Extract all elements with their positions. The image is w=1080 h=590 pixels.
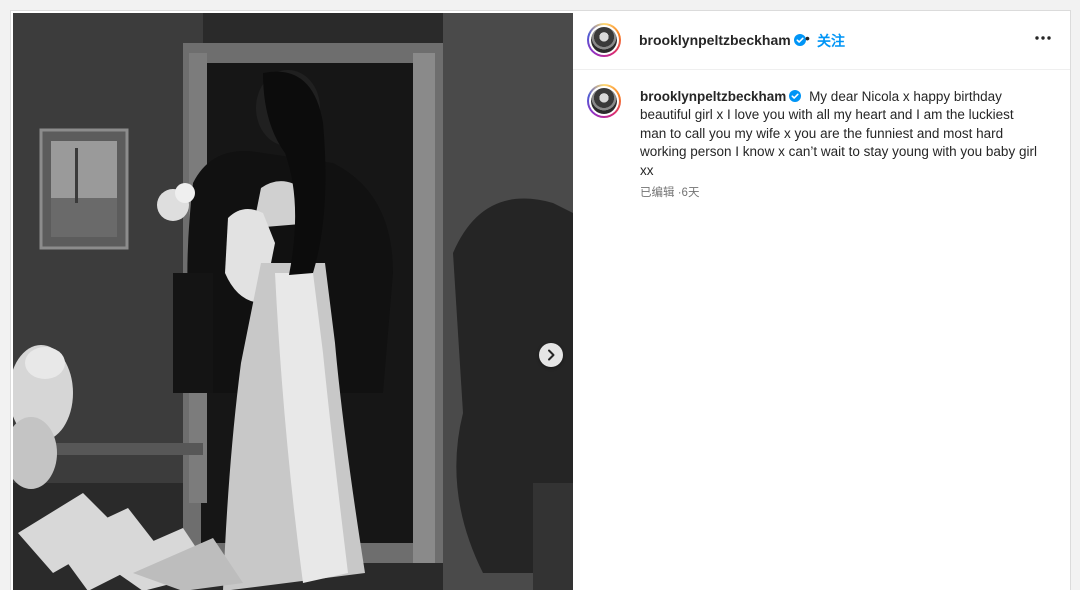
post-time[interactable]: 6天 [682, 187, 700, 199]
post-card: brooklynpeltzbeckham • 关注 brooklynpeltzb… [10, 10, 1071, 590]
next-photo-button[interactable] [539, 343, 563, 367]
post-meta: 已编辑 ·6天 [640, 184, 699, 200]
avatar-image [591, 27, 617, 53]
username: brooklynpeltzbeckham [639, 32, 791, 48]
caption-text: brooklynpeltzbeckham My dear Nicola x ha… [640, 88, 1040, 180]
caption-username: brooklynpeltzbeckham [640, 89, 787, 104]
chevron-right-icon [548, 349, 555, 361]
verified-badge-icon [789, 90, 802, 102]
post-header: brooklynpeltzbeckham • 关注 [573, 11, 1070, 70]
edited-label: 已编辑 [640, 187, 675, 199]
avatar[interactable] [587, 23, 621, 57]
post-photo[interactable] [13, 13, 573, 590]
verified-badge-icon [793, 34, 806, 46]
avatar-image [591, 88, 617, 114]
header-separator: • [805, 30, 810, 46]
post-sidebar: brooklynpeltzbeckham • 关注 brooklynpeltzb… [573, 11, 1070, 590]
photo-image [13, 13, 573, 590]
caption-username-link[interactable]: brooklynpeltzbeckham [640, 89, 802, 104]
username-link[interactable]: brooklynpeltzbeckham [639, 32, 806, 48]
more-horizontal-icon [1035, 36, 1051, 40]
more-options-button[interactable] [1034, 29, 1052, 52]
follow-button[interactable]: 关注 [817, 31, 845, 51]
caption-avatar[interactable] [587, 84, 621, 118]
